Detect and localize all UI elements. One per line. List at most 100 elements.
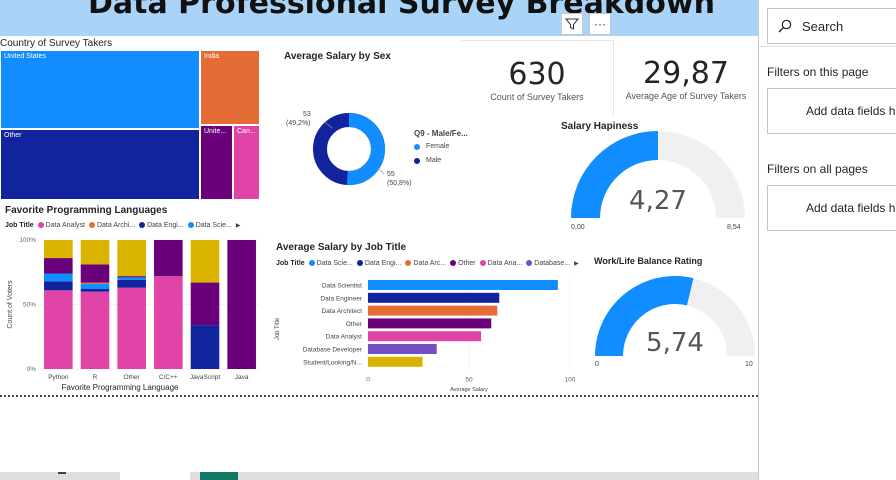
- lang-stacked-bar-chart[interactable]: 100% 50% 0% Count of Voters Python R Other C/C+…: [0, 232, 268, 394]
- page-tab-active[interactable]: [120, 472, 190, 480]
- lang-legend-item[interactable]: Data Analyst: [37, 222, 85, 229]
- kpi-card-count[interactable]: 630 Count of Survey Takers: [461, 40, 614, 116]
- legend-dot-icon: [88, 222, 95, 229]
- treemap-cell-other[interactable]: Other: [0, 129, 200, 200]
- add-data-fields-page-dropzone[interactable]: Add data fields h: [767, 88, 896, 134]
- legend-dot-icon: [414, 157, 420, 164]
- more-options-icon[interactable]: ···: [589, 13, 611, 35]
- legend-dot-icon: [37, 222, 44, 229]
- legend-label: Other: [458, 260, 476, 267]
- bar-segment[interactable]: [44, 273, 73, 282]
- bar-segment[interactable]: [80, 282, 110, 284]
- gauge-worklife-value: 5,74: [646, 328, 704, 358]
- donut-legend-male[interactable]: Male: [414, 157, 441, 164]
- bar-segment[interactable]: [190, 282, 220, 326]
- x-tick-label: JavaScript: [190, 374, 221, 381]
- treemap-cell-united-kingdom[interactable]: Unite...: [200, 125, 233, 200]
- bar-segment[interactable]: [44, 240, 73, 259]
- y-tick-label: Data Scientist: [322, 283, 362, 290]
- bar-segment[interactable]: [154, 276, 183, 369]
- salary-legend-item[interactable]: Data Ana...: [479, 260, 522, 267]
- bar-segment[interactable]: [190, 240, 220, 283]
- kpi-count-value: 630: [508, 57, 566, 92]
- gauge-worklife-min: 0: [595, 361, 599, 368]
- legend-label: Data Analyst: [45, 222, 85, 229]
- bar[interactable]: [368, 280, 558, 290]
- kpi-card-age[interactable]: 29,87 Average Age of Survey Takers: [614, 40, 758, 115]
- salary-legend-item[interactable]: Data Engi...: [356, 260, 401, 267]
- bar-segment[interactable]: [117, 277, 146, 280]
- legend-label: Data Arc...: [413, 260, 447, 267]
- bar[interactable]: [368, 331, 482, 342]
- legend-next-icon[interactable]: ▶: [574, 260, 579, 267]
- bar-segment[interactable]: [44, 258, 73, 274]
- pane-divider: [759, 46, 896, 47]
- bar-segment[interactable]: [117, 276, 146, 278]
- bar-segment[interactable]: [80, 240, 110, 265]
- legend-label: Data Archi...: [96, 222, 136, 229]
- bar[interactable]: [368, 356, 423, 367]
- donut-label-male-value: 53: [303, 111, 311, 118]
- lang-legend-item[interactable]: Data Scie...: [187, 222, 232, 229]
- donut-label-female-pct: (50,8%): [387, 180, 412, 187]
- legend-label: Data Scie...: [195, 222, 232, 229]
- bar-segment[interactable]: [117, 287, 146, 369]
- bar-segment[interactable]: [44, 281, 73, 291]
- kpi-age-value: 29,87: [643, 56, 729, 91]
- bar-segment[interactable]: [80, 291, 110, 369]
- bar-segment[interactable]: [80, 289, 110, 292]
- bar[interactable]: [368, 344, 437, 354]
- bar-segment[interactable]: [154, 240, 183, 277]
- legend-next-icon[interactable]: ▶: [236, 222, 241, 229]
- donut-legend-female[interactable]: Female: [414, 143, 449, 150]
- bar-segment[interactable]: [80, 283, 110, 290]
- bar-segment[interactable]: [117, 279, 146, 288]
- bar[interactable]: [368, 305, 498, 316]
- legend-label: Data Engi...: [147, 222, 184, 229]
- treemap-cell-united-states[interactable]: United States: [0, 50, 200, 129]
- salary-legend-title: Job Title: [276, 260, 305, 267]
- bar[interactable]: [368, 318, 492, 329]
- selection-border: [0, 395, 758, 397]
- legend-dot-icon: [405, 260, 412, 267]
- legend-dot-icon: [414, 143, 420, 150]
- filters-search-input[interactable]: Search: [767, 8, 896, 44]
- y-axis-label: Job Title: [275, 317, 281, 340]
- treemap-cell-india[interactable]: India: [200, 50, 260, 125]
- salary-legend-item[interactable]: Data Arc...: [405, 260, 446, 267]
- y-tick-label: 0%: [27, 366, 37, 373]
- lang-legend-item[interactable]: Data Engi...: [139, 222, 184, 229]
- x-tick-label: R: [93, 374, 98, 381]
- bar-segment[interactable]: [44, 290, 73, 369]
- lang-legend-item[interactable]: Data Archi...: [88, 222, 136, 229]
- treemap-chart[interactable]: United States India Other Unite... Can..…: [0, 50, 260, 200]
- page-tab-accent[interactable]: [200, 472, 238, 480]
- salary-legend-item[interactable]: Database...: [526, 260, 570, 267]
- add-data-fields-all-dropzone[interactable]: Add data fields h: [767, 185, 896, 231]
- bar-segment[interactable]: [117, 240, 146, 277]
- salary-legend-item[interactable]: Other: [450, 260, 476, 267]
- bar-segment[interactable]: [190, 325, 220, 369]
- bar[interactable]: [368, 292, 500, 303]
- y-tick-label: Other: [346, 321, 363, 328]
- x-axis-label: Average Salary: [450, 387, 488, 393]
- gauge-worklife-title: Work/Life Balance Rating: [594, 256, 703, 266]
- bar-segment[interactable]: [227, 240, 256, 369]
- bar-segment[interactable]: [80, 264, 110, 283]
- salary-legend-item[interactable]: Data Scie...: [308, 260, 353, 267]
- donut-label-female-value: 55: [387, 171, 395, 178]
- filters-on-this-page-heading: Filters on this page: [767, 65, 869, 79]
- lang-chart-title: Favorite Programming Languages: [5, 205, 168, 216]
- lang-chart-legend: Job Title Data Analyst Data Archi... Dat…: [5, 222, 241, 229]
- donut-slice-female[interactable]: [346, 113, 385, 185]
- donut-title: Average Salary by Sex: [284, 51, 391, 62]
- filters-on-all-pages-heading: Filters on all pages: [767, 162, 868, 176]
- legend-label: Database...: [534, 260, 571, 267]
- salary-chart-legend: Job Title Data Scie... Data Engi... Data…: [276, 260, 579, 267]
- x-tick-label: Java: [235, 374, 249, 381]
- x-tick-label: 0: [366, 377, 370, 384]
- salary-chart-title: Average Salary by Job Title: [276, 242, 407, 253]
- treemap-cell-canada[interactable]: Can...: [233, 125, 260, 200]
- salary-bar-chart[interactable]: 0 50 100 Data Scientist Data Engineer Data Ar…: [270, 274, 580, 396]
- filter-icon[interactable]: [561, 13, 583, 35]
